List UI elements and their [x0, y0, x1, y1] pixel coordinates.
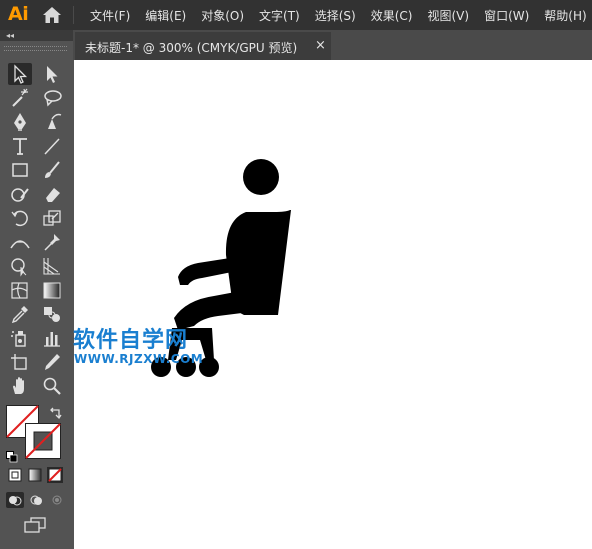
stroke-swatch[interactable]: [25, 423, 61, 459]
menu-object[interactable]: 对象(O): [193, 7, 251, 24]
swap-colors-icon[interactable]: [48, 406, 62, 420]
perspective-grid-tool[interactable]: [40, 255, 64, 277]
default-colors-icon[interactable]: [6, 448, 18, 463]
menu-help[interactable]: 帮助(H): [536, 7, 592, 24]
artboard-canvas[interactable]: [74, 60, 592, 549]
draw-inside-button[interactable]: [48, 492, 66, 508]
color-mode-button[interactable]: [7, 467, 23, 483]
menu-type[interactable]: 文字(T): [251, 7, 307, 24]
tools-panel-header: ◂◂: [0, 30, 73, 41]
shape-builder-icon: [11, 258, 27, 277]
mesh-icon: [11, 282, 28, 299]
shape-builder-tool[interactable]: [8, 255, 32, 277]
tools-panel: ◂◂: [0, 30, 73, 549]
artboard-tool[interactable]: [8, 351, 32, 373]
menu-bar: Ai 文件(F) 编辑(E) 对象(O) 文字(T) 选择(S) 效果(C) 视…: [0, 0, 592, 30]
menu-edit[interactable]: 编辑(E): [137, 7, 193, 24]
symbol-sprayer-icon: [11, 331, 26, 347]
document-tab-bar: 未标题-1* @ 300% (CMYK/GPU 预览) ×: [73, 30, 592, 60]
direct-selection-tool[interactable]: [40, 63, 64, 85]
eyedropper-icon: [11, 306, 28, 324]
watermark-url: WWW.RJZXW.COM: [74, 352, 204, 366]
watermark-title: 软件自学网: [73, 328, 189, 353]
type-tool[interactable]: [8, 135, 32, 157]
rectangle-tool[interactable]: [8, 159, 32, 181]
line-tool[interactable]: [40, 135, 64, 157]
curvature-pen-icon: [48, 113, 62, 129]
slice-tool[interactable]: [40, 351, 64, 373]
curvature-tool[interactable]: [40, 111, 64, 133]
menu-view[interactable]: 视图(V): [419, 7, 476, 24]
symbol-sprayer-tool[interactable]: [8, 327, 32, 349]
perspective-icon: [43, 258, 60, 275]
selection-tool[interactable]: [8, 63, 32, 85]
gradient-mode-button[interactable]: [27, 467, 43, 483]
figure-arm: [178, 258, 232, 285]
none-mode-button[interactable]: [47, 467, 63, 483]
hand-tool[interactable]: [8, 375, 32, 397]
paintbrush-icon: [45, 161, 60, 178]
type-icon: [13, 138, 27, 155]
draw-normal-button[interactable]: [6, 492, 24, 508]
draw-behind-button[interactable]: [27, 492, 45, 508]
artwork: [151, 159, 291, 377]
rotate-tool[interactable]: [8, 207, 32, 229]
collapse-icon[interactable]: ◂◂: [6, 31, 14, 40]
menu-window[interactable]: 窗口(W): [476, 7, 536, 24]
scale-tool[interactable]: [40, 207, 64, 229]
pen-icon: [14, 113, 26, 131]
width-tool[interactable]: [8, 231, 32, 253]
menu-list: 文件(F) 编辑(E) 对象(O) 文字(T) 选择(S) 效果(C) 视图(V…: [82, 0, 592, 30]
zoom-icon: [43, 377, 61, 395]
magic-wand-icon: [12, 88, 28, 107]
graph-tool[interactable]: [40, 327, 64, 349]
document-tab-title: 未标题-1* @ 300% (CMYK/GPU 预览): [85, 41, 298, 55]
white-arrow-icon: [47, 66, 58, 83]
hand-icon: [13, 377, 24, 394]
paintbrush-tool[interactable]: [40, 159, 64, 181]
eraser-tool[interactable]: [40, 183, 64, 205]
panel-grip[interactable]: [4, 46, 67, 51]
pin-icon: [44, 234, 60, 251]
close-icon[interactable]: ×: [315, 38, 326, 53]
line-icon: [44, 138, 60, 155]
magic-wand-tool[interactable]: [8, 87, 32, 109]
menu-select[interactable]: 选择(S): [307, 7, 363, 24]
app-logo: Ai: [8, 3, 29, 25]
menu-divider: [73, 6, 74, 24]
mesh-tool[interactable]: [8, 279, 32, 301]
rectangle-icon: [12, 163, 28, 177]
menu-file[interactable]: 文件(F): [82, 7, 137, 24]
pen-tool[interactable]: [8, 111, 32, 133]
arrow-icon: [14, 64, 28, 84]
blend-tool[interactable]: [40, 303, 64, 325]
home-icon[interactable]: [42, 6, 62, 24]
menu-effect[interactable]: 效果(C): [363, 7, 420, 24]
width-icon: [10, 240, 30, 249]
zoom-tool[interactable]: [40, 375, 64, 397]
screen-mode-icon[interactable]: [22, 516, 48, 534]
lasso-icon: [44, 90, 62, 107]
blend-icon: [44, 307, 60, 322]
scale-icon: [43, 210, 61, 226]
gradient-tool[interactable]: [40, 279, 64, 301]
puppet-warp-tool[interactable]: [40, 231, 64, 253]
figure-head: [243, 159, 279, 195]
artboard-icon: [11, 354, 27, 370]
lasso-tool[interactable]: [40, 87, 64, 109]
eraser-icon: [46, 188, 60, 202]
document-tab[interactable]: 未标题-1* @ 300% (CMYK/GPU 预览) ×: [75, 32, 331, 60]
eyedropper-tool[interactable]: [8, 303, 32, 325]
shaper-tool[interactable]: [8, 183, 32, 205]
bar-graph-icon: [44, 332, 60, 347]
slice-icon: [45, 354, 60, 370]
shaper-icon: [11, 188, 29, 202]
rotate-icon: [11, 210, 28, 227]
gradient-icon: [43, 282, 61, 299]
